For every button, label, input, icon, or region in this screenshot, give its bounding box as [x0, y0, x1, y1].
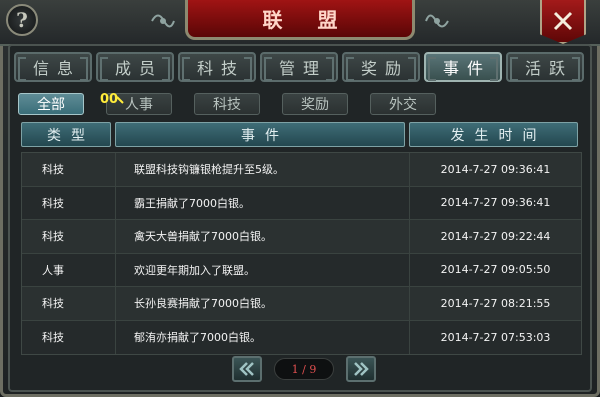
- table-row: 人事 欢迎更年期加入了联盟。 2014-7-27 09:05:50: [22, 253, 581, 287]
- event-text: 郁洧亦捐献了7000白银。: [116, 320, 410, 354]
- cursor-icon: [116, 96, 124, 104]
- event-text: 联盟科技钩镰银枪提升至5级。: [116, 153, 410, 186]
- double-chevron-right-icon: [354, 362, 369, 376]
- tab-activity[interactable]: 活跃: [506, 52, 584, 82]
- double-chevron-left-icon: [239, 362, 254, 376]
- window-title: 联 盟: [262, 8, 352, 32]
- help-icon: ?: [16, 8, 28, 32]
- tab-manage[interactable]: 管理: [260, 52, 338, 82]
- left-ornament-icon: [151, 14, 175, 28]
- table-header: 类型 事件 发生时间: [21, 122, 582, 149]
- event-time: 2014-7-27 09:36:41: [440, 196, 551, 210]
- prev-page-button[interactable]: [232, 356, 262, 382]
- tab-rewards[interactable]: 奖励: [342, 52, 420, 82]
- table-body: 科技 联盟科技钩镰银枪提升至5级。 2014-7-27 09:36:41 科技 …: [21, 152, 582, 355]
- close-icon: [553, 11, 573, 31]
- event-time: 2014-7-27 09:36:41: [440, 162, 551, 176]
- help-button[interactable]: ?: [6, 4, 38, 36]
- event-text: 禽天大兽捐献了7000白银。: [116, 220, 410, 253]
- event-type: 科技: [22, 186, 116, 219]
- event-text: 霸王捐献了7000白银。: [116, 186, 410, 219]
- event-time: 2014-7-27 09:22:44: [440, 229, 551, 243]
- tab-bar: 信息 成员 科技 管理 奖励 事件 活跃: [14, 52, 584, 82]
- filter-reward-button[interactable]: 奖励: [282, 93, 348, 115]
- tab-members[interactable]: 成员: [96, 52, 174, 82]
- column-event: 事件: [115, 122, 405, 147]
- event-time: 2014-7-27 09:05:50: [440, 263, 551, 277]
- right-ornament-icon: [425, 14, 449, 28]
- table-row: 科技 联盟科技钩镰银枪提升至5级。 2014-7-27 09:36:41: [22, 153, 581, 187]
- table-row: 科技 霸王捐献了7000白银。 2014-7-27 09:36:41: [22, 186, 581, 220]
- event-text: 长孙良赛捐献了7000白银。: [116, 287, 410, 320]
- event-type: 科技: [22, 220, 116, 253]
- event-type: 科技: [22, 153, 116, 186]
- column-type: 类型: [21, 122, 111, 147]
- tab-tech[interactable]: 科技: [178, 52, 256, 82]
- tab-events[interactable]: 事件: [424, 52, 502, 82]
- column-time: 发生时间: [409, 122, 578, 147]
- table-row: 科技 禽天大兽捐献了7000白银。 2014-7-27 09:22:44: [22, 220, 581, 254]
- tab-info[interactable]: 信息: [14, 52, 92, 82]
- title-plate: 联 盟: [185, 0, 415, 40]
- table-row: 科技 长孙良赛捐献了7000白银。 2014-7-27 08:21:55: [22, 287, 581, 321]
- pagination: 1 / 9: [232, 356, 376, 382]
- page-indicator: 1 / 9: [274, 358, 334, 380]
- event-type: 科技: [22, 320, 116, 354]
- filter-tech-button[interactable]: 科技: [194, 93, 260, 115]
- filter-diplomacy-button[interactable]: 外交: [370, 93, 436, 115]
- event-type: 人事: [22, 253, 116, 286]
- event-time: 2014-7-27 07:53:03: [440, 330, 551, 344]
- table-row: 科技 郁洧亦捐献了7000白银。 2014-7-27 07:53:03: [22, 320, 581, 354]
- filter-all-button[interactable]: 全部: [18, 93, 84, 115]
- event-text: 欢迎更年期加入了联盟。: [116, 253, 410, 286]
- event-time: 2014-7-27 08:21:55: [440, 296, 551, 310]
- next-page-button[interactable]: [346, 356, 376, 382]
- event-table: 类型 事件 发生时间 科技 联盟科技钩镰银枪提升至5级。 2014-7-27 0…: [21, 122, 582, 355]
- event-filters: 全部 人事 科技 奖励 外交: [18, 93, 436, 115]
- event-type: 科技: [22, 287, 116, 320]
